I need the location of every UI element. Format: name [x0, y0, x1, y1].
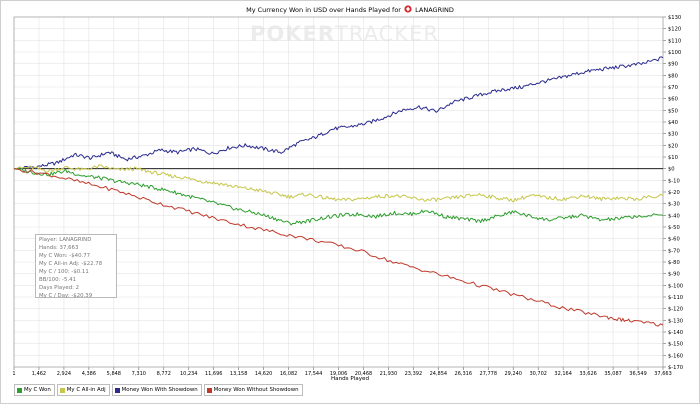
y-tick-label: $-90	[668, 272, 680, 278]
y-tick-label: $100	[668, 50, 681, 56]
plot-area: $130 $120 $110 $100 $90 $80 $70 $60 $50 $40 $30 $20…	[12, 15, 683, 377]
y-tick-label: $-150	[668, 342, 683, 348]
y-tick-label: $50	[668, 108, 678, 114]
y-tick-label: $-160	[668, 353, 683, 359]
y-tick-label: $-30	[668, 202, 680, 208]
y-tick-label: $120	[668, 27, 681, 33]
y-tick-label: $-100	[668, 283, 683, 289]
y-tick-label: $20	[668, 143, 678, 149]
legend-item-my-c-won[interactable]: My C Won	[14, 384, 55, 396]
info-days-played: Days Played: 2	[39, 285, 80, 291]
y-tick-label: $0	[668, 167, 675, 173]
info-bb-100: BB/100: -5.41	[39, 277, 76, 283]
chart-window: My Currency Won in USD over Hands Played…	[0, 0, 700, 404]
legend-item-without-showdown[interactable]: Money Won Without Showdown	[203, 384, 303, 396]
info-allin-adj: My C All-in Adj: -$22.78	[39, 261, 103, 267]
y-tick-label: $-60	[668, 237, 680, 243]
y-tick-label: $-130	[668, 318, 683, 324]
legend-swatch-red	[206, 387, 212, 393]
legend-label: Money Won With Showdown	[121, 387, 198, 393]
stats-info-box: Player: LANAGRIND Hands: 37,663 My C Won…	[35, 234, 117, 299]
legend-swatch-green	[17, 387, 22, 393]
info-per-day: My C / Day: -$20.39	[39, 293, 93, 299]
y-tick-label: $90	[668, 62, 678, 68]
y-tick-label: $-20	[668, 190, 680, 196]
y-tick-label: $-120	[668, 307, 683, 313]
info-per-100: My C / 100: -$0.11	[39, 269, 89, 275]
y-tick-label: $-10	[668, 178, 680, 184]
legend-item-with-showdown[interactable]: Money Won With Showdown	[111, 384, 202, 396]
y-tick-label: $60	[668, 97, 678, 103]
y-tick-label: $110	[668, 38, 681, 44]
y-tick-label: $70	[668, 85, 678, 91]
legend-swatch-blue	[114, 387, 120, 393]
legend-swatch-yellow	[59, 387, 65, 393]
info-player: Player: LANAGRIND	[39, 237, 92, 243]
y-tick-label: $-70	[668, 248, 680, 254]
x-axis-title: Hands Played	[330, 376, 370, 382]
y-tick-label: $-50	[668, 225, 680, 231]
chart-legend: My C Won My C All-in Adj Money Won With …	[14, 384, 305, 396]
info-hands: Hands: 37,663	[39, 245, 79, 251]
y-tick-label: $130	[668, 15, 681, 21]
y-tick-label: $10	[668, 155, 678, 161]
y-tick-label: $-110	[668, 295, 683, 301]
legend-label: My C All-in Adj	[66, 387, 106, 393]
y-tick-label: $40	[668, 120, 678, 126]
y-tick-label: $80	[668, 73, 678, 79]
y-tick-label: $-80	[668, 260, 680, 266]
y-tick-label: $-140	[668, 330, 683, 336]
legend-label: My C Won	[24, 387, 51, 393]
legend-label: Money Won Without Showdown	[213, 387, 299, 393]
legend-item-all-in-adj[interactable]: My C All-in Adj	[56, 384, 110, 396]
y-tick-label: $30	[668, 132, 678, 138]
y-tick-label: $-40	[668, 213, 680, 219]
info-won: My C Won: -$40.77	[39, 253, 91, 259]
